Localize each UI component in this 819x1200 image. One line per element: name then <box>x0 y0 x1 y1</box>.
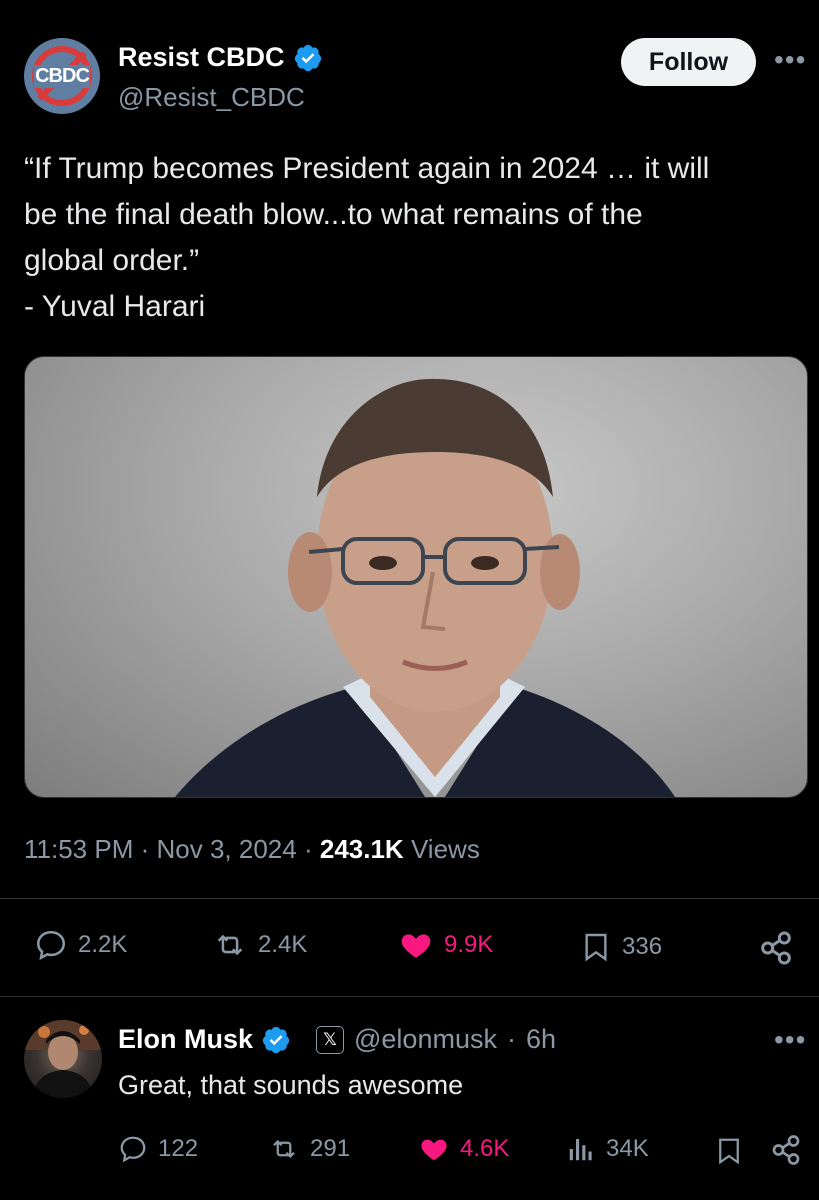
views-bar-chart-icon <box>569 1139 592 1161</box>
bookmark-icon <box>719 1138 739 1165</box>
author-handle[interactable]: @Resist_CBDC <box>118 82 305 113</box>
reply-reply-action[interactable]: 122 <box>118 1134 198 1164</box>
bookmark-action[interactable]: 336 <box>580 928 662 966</box>
like-action[interactable]: 9.9K <box>398 928 493 962</box>
retweet-icon <box>273 1139 295 1159</box>
heart-filled-icon <box>421 1139 447 1161</box>
share-icon <box>772 1135 800 1165</box>
reply-age[interactable]: 6h <box>526 1024 556 1055</box>
reply-icon <box>120 1136 146 1163</box>
portrait-image <box>175 378 675 797</box>
reply-more-options-icon[interactable]: ••• <box>774 1024 806 1056</box>
reply-reply-count: 122 <box>158 1135 199 1162</box>
heart-filled-icon <box>401 934 431 958</box>
x-affiliation-badge-icon[interactable]: 𝕏 <box>316 1025 344 1054</box>
bookmark-count: 336 <box>622 933 663 960</box>
follow-button[interactable]: Follow <box>621 38 756 86</box>
reply-retweet-action[interactable]: 291 <box>268 1134 350 1164</box>
reply-avatar-image <box>24 1020 102 1098</box>
views-count: 243.1K <box>319 834 404 864</box>
reply-meta: 𝕏 @elonmusk · 6h <box>316 1024 556 1055</box>
reply-author-handle[interactable]: @elonmusk <box>354 1024 497 1055</box>
divider <box>0 996 819 997</box>
reply-views-count: 34K <box>606 1135 649 1162</box>
reply-retweet-count: 291 <box>310 1135 351 1162</box>
reply-count: 2.2K <box>78 931 128 958</box>
divider <box>0 898 819 899</box>
reply-views-action[interactable]: 34K <box>566 1134 649 1164</box>
verified-badge-icon <box>294 44 321 71</box>
reply-author-name[interactable]: Elon Musk <box>118 1024 253 1055</box>
reply-meta-separator: · <box>506 1024 516 1054</box>
views-label: Views <box>410 834 480 864</box>
reply-like-action[interactable]: 4.6K <box>418 1134 509 1164</box>
reply-author-name-row[interactable]: Elon Musk <box>118 1024 291 1055</box>
meta-separator: · <box>140 834 150 864</box>
tweet-meta: 11:53 PM · Nov 3, 2024 · 243.1K Views <box>24 834 480 865</box>
reply-share-action[interactable] <box>768 1132 804 1173</box>
reply-icon <box>36 930 66 961</box>
more-options-icon[interactable]: ••• <box>774 44 806 76</box>
author-avatar[interactable]: CBDC <box>24 38 100 114</box>
meta-separator: · <box>303 834 313 864</box>
reply-action[interactable]: 2.2K <box>34 928 127 962</box>
tweet-photo[interactable] <box>24 356 808 798</box>
retweet-action[interactable]: 2.4K <box>212 928 307 962</box>
avatar-logo-text: CBDC <box>34 64 90 88</box>
verified-badge-icon <box>262 1026 290 1053</box>
tweet-time[interactable]: 11:53 PM <box>24 834 133 864</box>
share-icon <box>761 931 791 965</box>
author-name-row[interactable]: Resist CBDC <box>118 42 323 73</box>
author-name[interactable]: Resist CBDC <box>118 42 285 73</box>
bookmark-icon <box>585 933 607 962</box>
tweet-date[interactable]: Nov 3, 2024 <box>157 834 297 864</box>
retweet-icon <box>217 934 243 956</box>
reply-like-count: 4.6K <box>460 1135 510 1162</box>
reply-bookmark-action[interactable] <box>714 1134 744 1173</box>
like-count: 9.9K <box>444 931 494 958</box>
share-action[interactable] <box>756 928 796 973</box>
reply-author-avatar[interactable] <box>24 1020 102 1098</box>
retweet-count: 2.4K <box>258 931 308 958</box>
reply-text: Great, that sounds awesome <box>118 1070 464 1100</box>
tweet-text: “If Trump becomes President again in 202… <box>24 152 710 323</box>
